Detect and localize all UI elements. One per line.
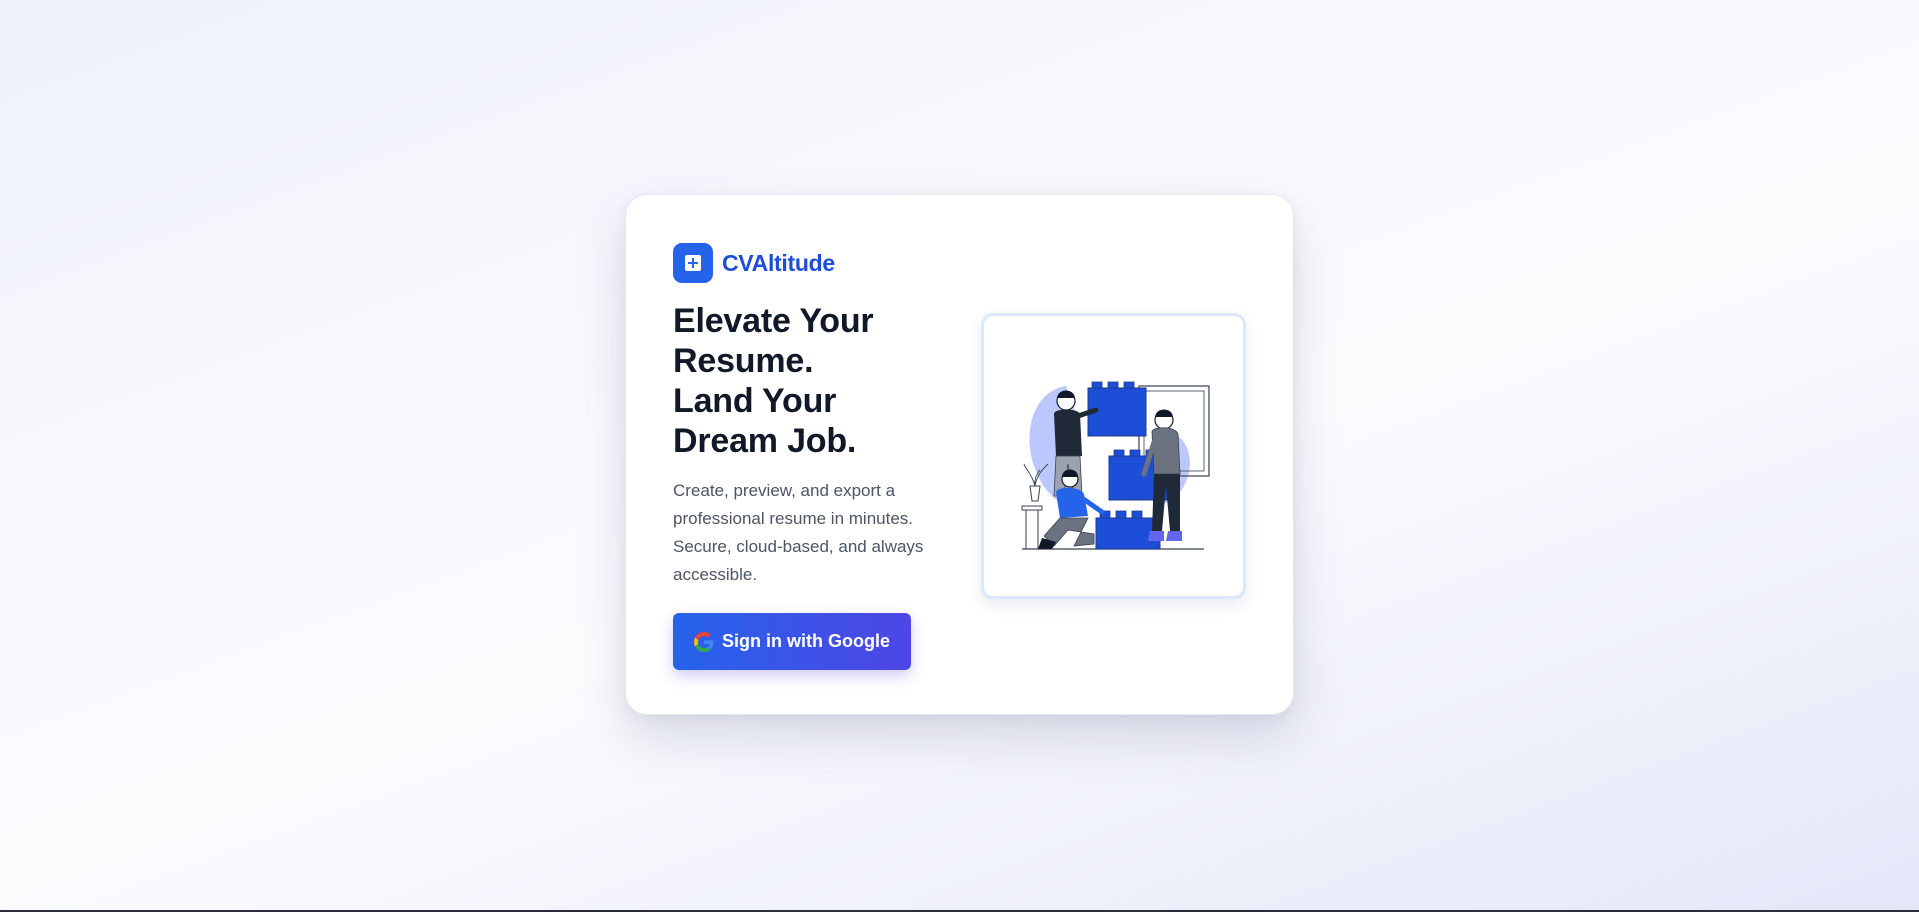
headline: Elevate Your Resume. Land Your Dream Job… xyxy=(673,301,963,461)
plus-square-icon xyxy=(673,243,713,283)
headline-line: Dream Job. xyxy=(673,422,857,460)
headline-line: Elevate Your xyxy=(673,302,874,340)
login-card: CVAltitude Elevate Your Resume. Land You… xyxy=(625,194,1294,715)
brand-name: CVAltitude xyxy=(722,249,835,276)
sign-in-with-google-button[interactable]: Sign in with Google xyxy=(673,613,911,670)
team-stacking-boxes-illustration xyxy=(1021,381,1210,550)
headline-line: Land Your xyxy=(673,382,837,420)
illustration-frame xyxy=(981,313,1246,599)
google-g-icon xyxy=(694,631,714,652)
google-button-label: Sign in with Google xyxy=(722,631,890,651)
hero-panel: CVAltitude Elevate Your Resume. Land You… xyxy=(673,243,963,670)
brand: CVAltitude xyxy=(673,243,963,283)
hero-description: Create, preview, and export a profession… xyxy=(673,481,924,584)
headline-line: Resume. xyxy=(673,342,814,380)
